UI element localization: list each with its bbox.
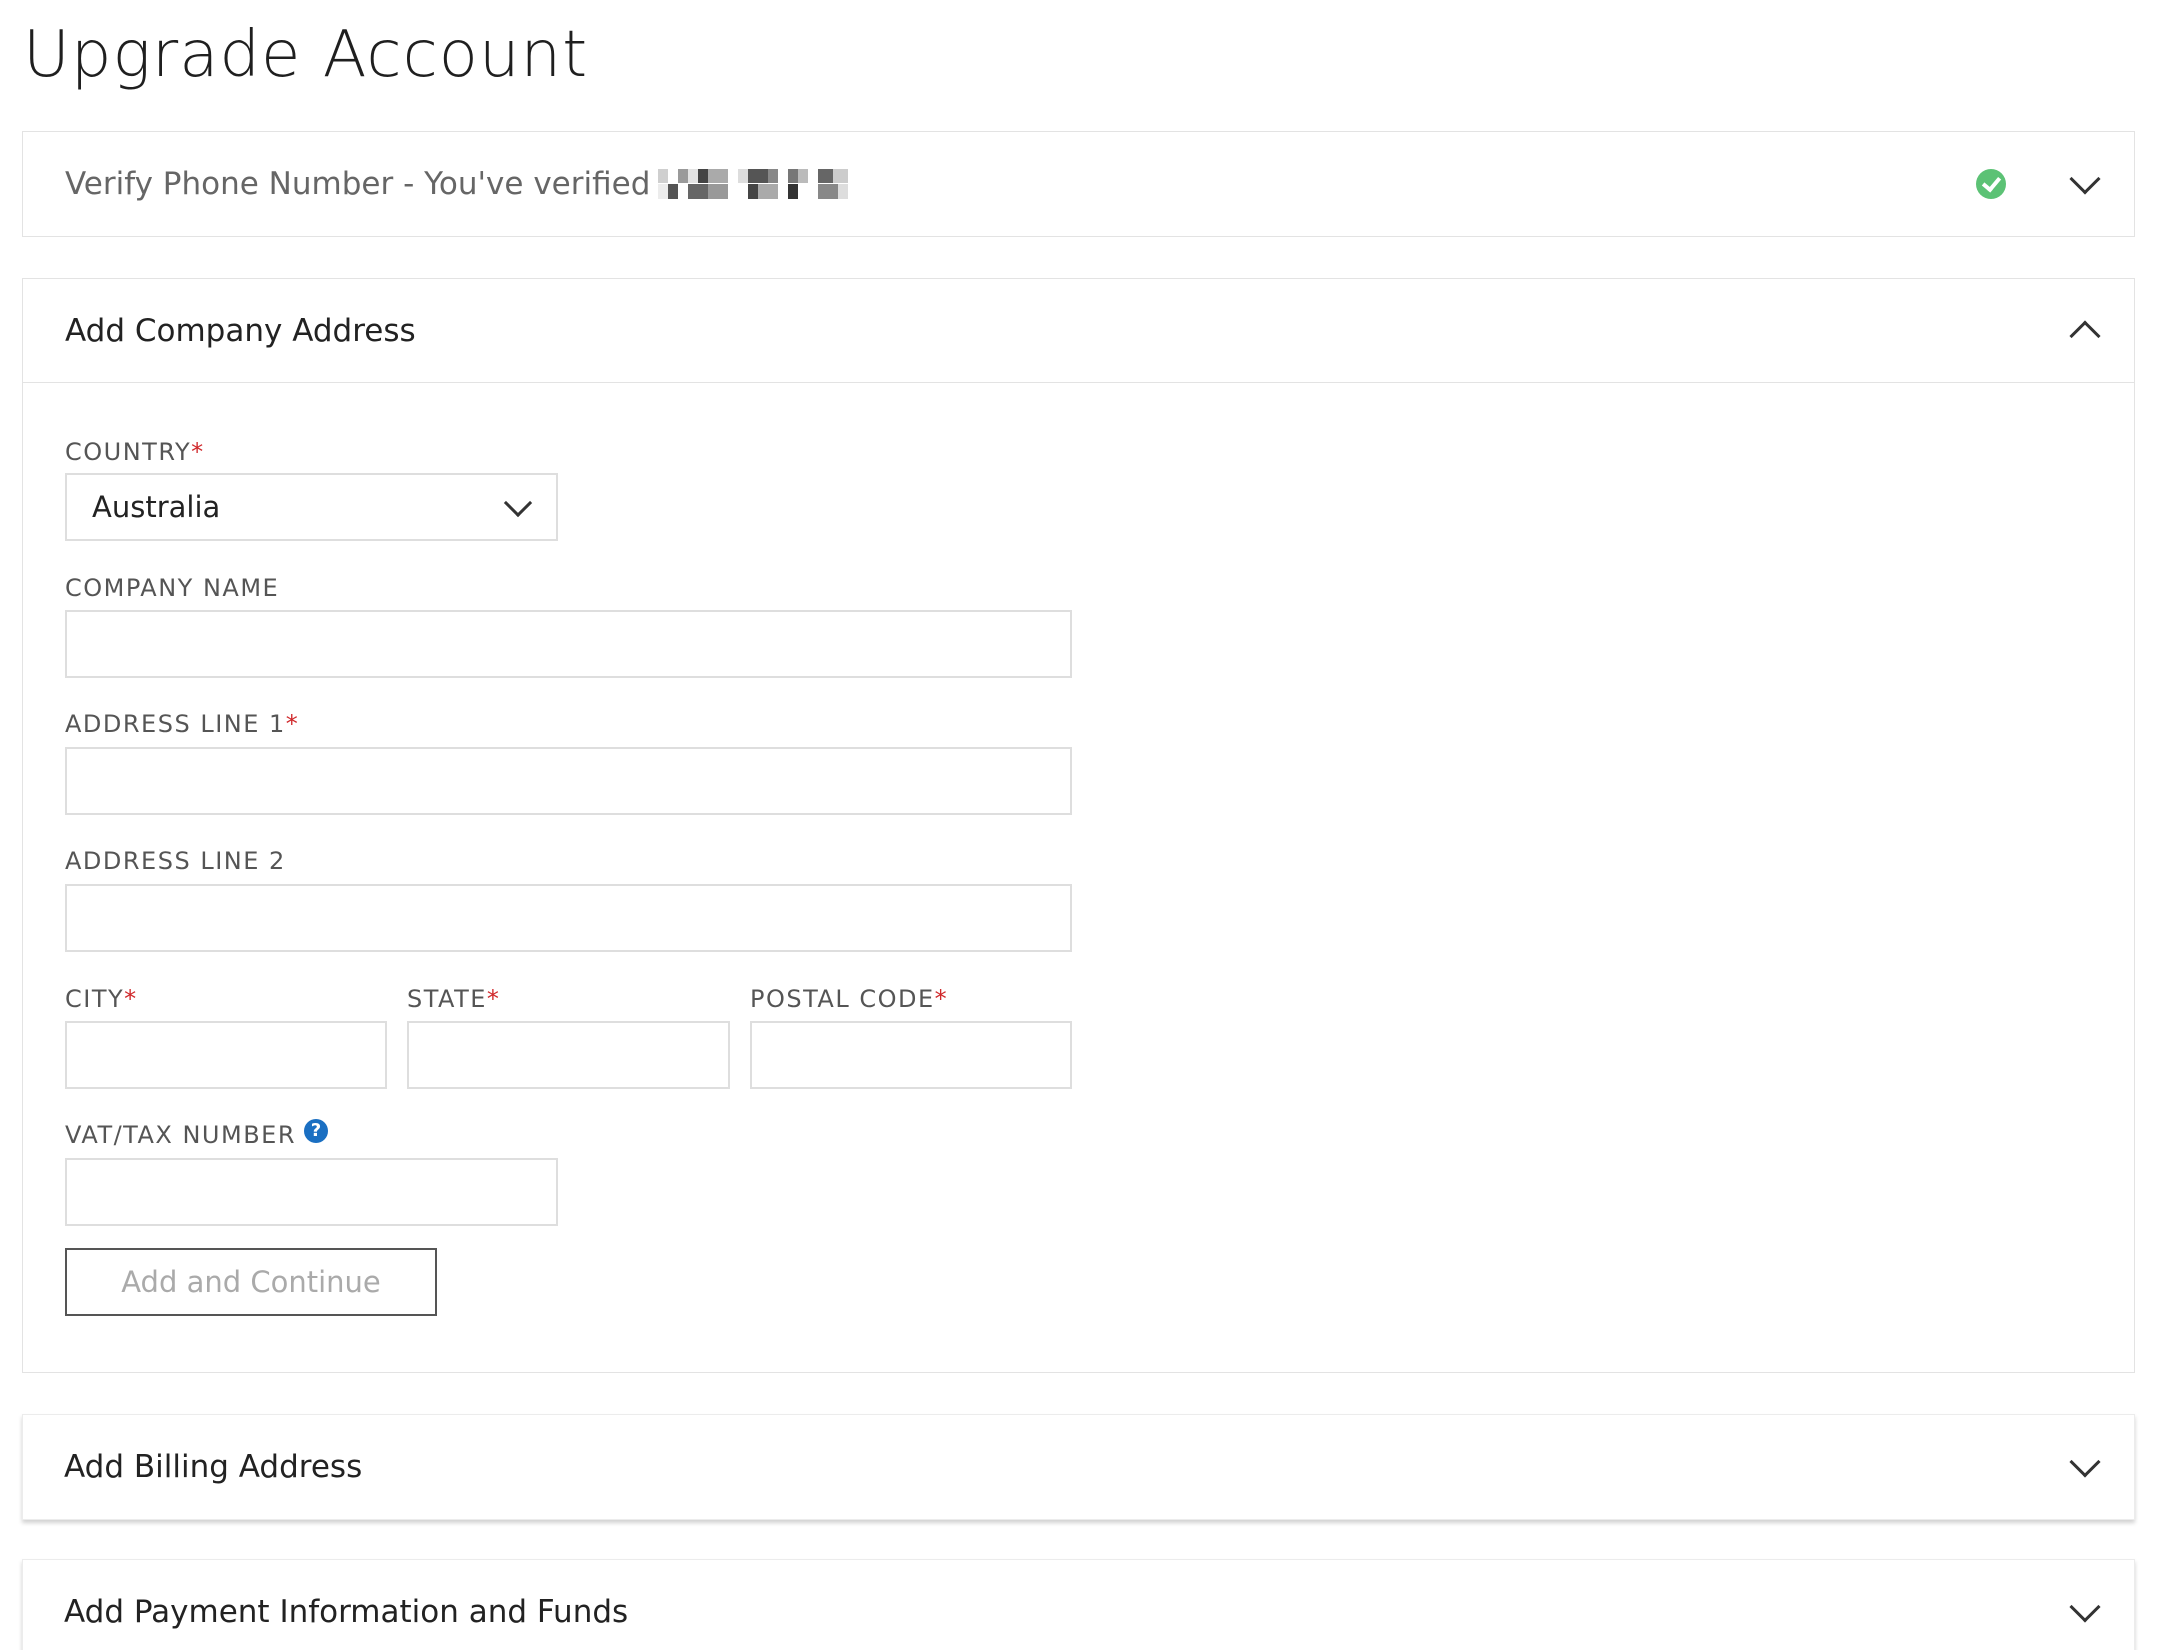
billing-address-panel: Add Billing Address — [22, 1414, 2135, 1520]
country-select-value: Australia — [92, 490, 221, 524]
state-input[interactable] — [407, 1021, 730, 1089]
verify-phone-title: Verify Phone Number - You've verified — [65, 166, 651, 202]
country-select[interactable]: Australia — [65, 473, 558, 541]
upgrade-account-page: Upgrade Account Verify Phone Number - Yo… — [0, 0, 2162, 1650]
company-address-panel: Add Company Address COUNTRY* Australia C… — [22, 278, 2135, 1373]
company-name-input[interactable] — [65, 610, 1072, 678]
postal-code-input[interactable] — [750, 1021, 1072, 1089]
city-input[interactable] — [65, 1021, 387, 1089]
redacted-phone-number — [658, 169, 849, 199]
billing-address-header[interactable]: Add Billing Address — [23, 1415, 2134, 1519]
payment-info-title: Add Payment Information and Funds — [64, 1594, 629, 1630]
chevron-up-icon[interactable] — [2069, 319, 2101, 352]
billing-address-title: Add Billing Address — [64, 1449, 363, 1485]
vat-tax-number-label: VAT/TAX NUMBER? — [65, 1119, 328, 1149]
company-address-header[interactable]: Add Company Address — [23, 279, 2134, 383]
country-label: COUNTRY* — [65, 438, 204, 466]
postal-code-label: POSTAL CODE* — [750, 985, 947, 1013]
vat-tax-number-input[interactable] — [65, 1158, 558, 1226]
company-name-label: COMPANY NAME — [65, 574, 280, 602]
address-line-2-input[interactable] — [65, 884, 1072, 952]
address-line-1-input[interactable] — [65, 747, 1072, 815]
question-circle-icon[interactable]: ? — [304, 1119, 328, 1143]
address-line-1-label: ADDRESS LINE 1* — [65, 710, 298, 738]
company-address-title: Add Company Address — [65, 312, 416, 349]
page-title: Upgrade Account — [23, 18, 589, 92]
check-circle-icon — [1976, 169, 2006, 199]
verify-phone-panel: Verify Phone Number - You've verified — [22, 131, 2135, 237]
address-line-2-label: ADDRESS LINE 2 — [65, 847, 286, 875]
chevron-down-icon — [503, 488, 533, 518]
payment-info-panel: Add Payment Information and Funds — [22, 1559, 2135, 1650]
city-label: CITY* — [65, 985, 137, 1013]
payment-info-header[interactable]: Add Payment Information and Funds — [23, 1560, 2134, 1650]
chevron-down-icon[interactable] — [2069, 1446, 2101, 1478]
chevron-down-icon[interactable] — [2069, 1591, 2101, 1623]
add-and-continue-button[interactable]: Add and Continue — [65, 1248, 437, 1316]
state-label: STATE* — [407, 985, 499, 1013]
chevron-down-icon[interactable] — [2069, 163, 2101, 195]
verify-phone-header[interactable]: Verify Phone Number - You've verified — [23, 132, 2134, 236]
